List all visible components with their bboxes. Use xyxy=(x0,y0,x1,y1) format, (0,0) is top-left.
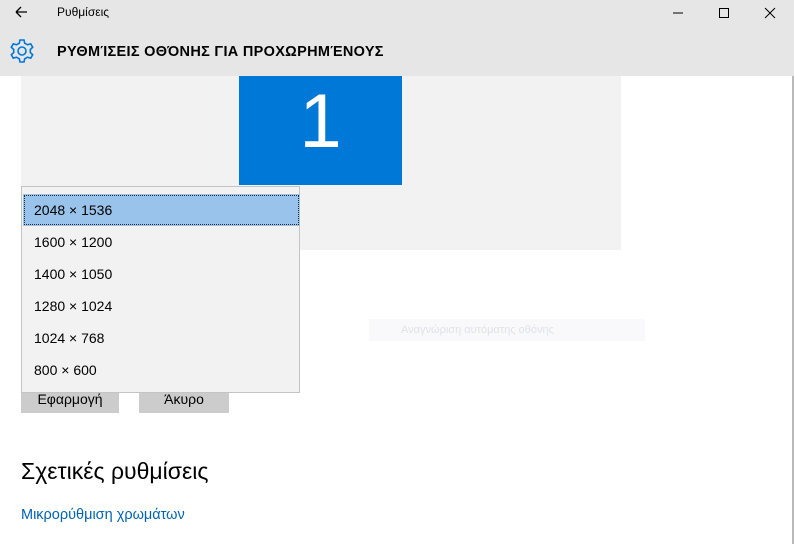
page-title: ΡΥΘΜΊΣΕΙΣ ΟΘΌΝΗΣ ΓΙΑ ΠΡΟΧΩΡΗΜΈΝΟΥΣ xyxy=(57,44,384,60)
resolution-option[interactable]: 1280 × 1024 xyxy=(23,290,300,322)
maximize-button[interactable] xyxy=(701,0,747,26)
monitor-number: 1 xyxy=(299,79,342,164)
resolution-option[interactable]: 1400 × 1050 xyxy=(23,258,300,290)
resolution-option-selected[interactable]: 2048 × 1536 xyxy=(23,194,300,226)
minimize-icon xyxy=(673,12,683,14)
gear-icon xyxy=(9,38,35,64)
resolution-dropdown-list: 2048 × 1536 1600 × 1200 1400 × 1050 1280… xyxy=(21,186,300,393)
title-bar: Ρυθμίσεις xyxy=(0,0,794,26)
maximize-icon xyxy=(719,8,729,18)
close-icon xyxy=(764,7,776,19)
related-settings-heading: Σχετικές ρυθμίσεις xyxy=(21,458,209,484)
resolution-option[interactable]: 1024 × 768 xyxy=(23,322,300,354)
minimize-button[interactable] xyxy=(655,0,701,26)
detect-display-text: Αναγνώριση αυτόματης οθόνης xyxy=(369,319,645,341)
resolution-option[interactable]: 800 × 600 xyxy=(23,354,300,386)
color-calibration-link[interactable]: Μικρορύθμιση χρωμάτων xyxy=(21,507,185,523)
monitor-tile[interactable]: 1 xyxy=(239,76,402,185)
resolution-option[interactable]: 1600 × 1200 xyxy=(23,226,300,258)
page-header: ΡΥΘΜΊΣΕΙΣ ΟΘΌΝΗΣ ΓΙΑ ΠΡΟΧΩΡΗΜΈΝΟΥΣ xyxy=(0,26,794,76)
window-title: Ρυθμίσεις xyxy=(57,5,110,19)
back-arrow-icon[interactable] xyxy=(10,3,32,21)
close-button[interactable] xyxy=(747,0,793,26)
